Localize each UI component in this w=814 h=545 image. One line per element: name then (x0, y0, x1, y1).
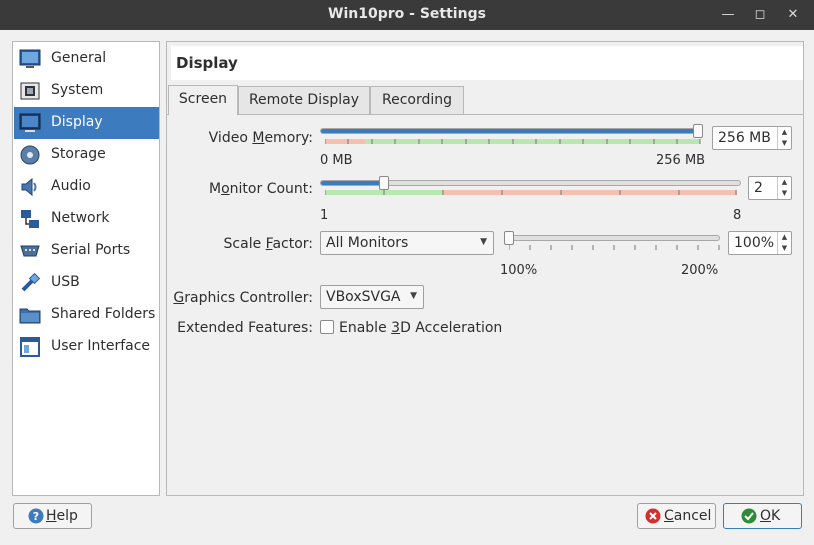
tab-remote-display[interactable]: Remote Display (238, 86, 370, 114)
screen-tab-panel: Video Memory: 0 MB 256 MB 256 MB ▲ ▼ Moni… (167, 114, 803, 495)
scale-monitor-select[interactable]: All Monitors ▼ (320, 231, 494, 255)
usb-icon (21, 272, 41, 292)
scale-factor-slider-track[interactable] (504, 235, 720, 241)
tab-screen[interactable]: Screen (168, 85, 238, 115)
sidebar-item-network[interactable]: Network (14, 203, 159, 235)
video-memory-value: 256 MB (718, 130, 771, 146)
help-icon: ? (28, 508, 44, 524)
window-title: Win10pro - Settings (328, 6, 486, 22)
display-icon (19, 113, 41, 132)
page-title: Display (176, 54, 238, 72)
sidebar-item-label: Storage (51, 146, 106, 162)
network-icon (21, 210, 39, 228)
scale-factor-spinbox[interactable]: 100% ▲ ▼ (728, 231, 792, 255)
enable-3d-acceleration-label[interactable]: Enable 3D Acceleration (339, 320, 502, 336)
video-memory-label: Video Memory: (208, 130, 313, 146)
cancel-button[interactable]: Cancel (637, 503, 716, 529)
serial-ports-icon (20, 245, 40, 257)
monitor-count-spinbox[interactable]: 2 ▲ ▼ (748, 176, 792, 200)
general-icon (19, 49, 41, 68)
extended-features-label: Extended Features: (177, 320, 313, 336)
sidebar-item-label: Serial Ports (51, 242, 131, 258)
monitor-count-slider-fill (321, 181, 385, 185)
sidebar-item-label: Audio (51, 178, 91, 194)
svg-text:?: ? (33, 510, 39, 523)
scale-factor-max-label: 200% (681, 263, 719, 278)
sidebar-item-usb[interactable]: USB (14, 267, 159, 299)
sidebar-item-label: Network (51, 210, 110, 226)
graphics-controller-value: VBoxSVGA (326, 289, 401, 305)
video-memory-slider-fill (321, 129, 699, 133)
sidebar-item-user-interface[interactable]: User Interface (14, 331, 159, 363)
monitor-count-max-label: 8 (733, 208, 742, 223)
sidebar-item-label: User Interface (51, 338, 151, 354)
scale-factor-label: Scale Factor: (223, 236, 313, 252)
enable-3d-acceleration-checkbox[interactable] (320, 320, 334, 334)
video-memory-max-label: 256 MB (656, 153, 706, 168)
system-icon (20, 82, 40, 100)
sidebar-item-serial-ports[interactable]: Serial Ports (14, 235, 159, 267)
sidebar-item-label: USB (51, 274, 80, 290)
sidebar-item-display[interactable]: Display (14, 107, 159, 139)
sidebar-item-label: Display (51, 114, 103, 130)
ok-button-label: OK (760, 508, 781, 524)
tab-recording[interactable]: Recording (370, 86, 464, 114)
spin-arrows-icon[interactable]: ▲ ▼ (777, 127, 791, 149)
settings-panel: Display Screen Remote Display Recording … (166, 41, 804, 496)
shared-folders-icon (19, 308, 41, 324)
monitor-count-slider-handle[interactable] (378, 176, 389, 190)
settings-window: Win10pro - Settings — ◻ ✕ General System… (0, 0, 814, 545)
title-bar: Win10pro - Settings — ◻ ✕ (0, 0, 814, 30)
scale-factor-value: 100% (734, 235, 775, 251)
page-header: Display (171, 46, 803, 80)
settings-sidebar: General System Display Storage Audio Net… (12, 41, 160, 496)
sidebar-item-storage[interactable]: Storage (14, 139, 159, 171)
audio-icon (21, 177, 37, 197)
scale-factor-ticks (509, 245, 720, 250)
cancel-icon (645, 508, 661, 524)
video-memory-slider-track[interactable] (320, 128, 703, 134)
graphics-controller-select[interactable]: VBoxSVGA ▼ (320, 285, 424, 309)
chevron-down-icon: ▼ (480, 237, 487, 247)
help-button[interactable]: ? Help (13, 503, 92, 529)
spin-arrows-icon[interactable]: ▲ ▼ (777, 232, 791, 254)
check-icon (741, 508, 757, 524)
monitor-count-ticks (325, 190, 737, 195)
spin-arrows-icon[interactable]: ▲ ▼ (777, 177, 791, 199)
scale-factor-slider-handle[interactable] (504, 231, 514, 245)
close-icon[interactable]: ✕ (784, 6, 802, 24)
help-button-label: Help (46, 508, 78, 524)
maximize-icon[interactable]: ◻ (751, 6, 769, 24)
sidebar-item-general[interactable]: General (14, 43, 159, 75)
video-memory-spinbox[interactable]: 256 MB ▲ ▼ (712, 126, 792, 150)
minimize-icon[interactable]: — (719, 6, 737, 24)
video-memory-slider-handle[interactable] (693, 124, 703, 138)
chevron-down-icon: ▼ (410, 291, 417, 301)
sidebar-item-label: System (51, 82, 104, 98)
sidebar-item-system[interactable]: System (14, 75, 159, 107)
scale-monitor-value: All Monitors (326, 235, 409, 251)
cancel-button-label: Cancel (664, 508, 712, 524)
storage-icon (20, 145, 40, 165)
sidebar-item-shared-folders[interactable]: Shared Folders (14, 299, 159, 331)
graphics-controller-label: Graphics Controller: (173, 290, 313, 306)
ok-button[interactable]: OK (723, 503, 802, 529)
monitor-count-label: Monitor Count: (209, 181, 313, 197)
user-interface-icon (20, 337, 40, 357)
sidebar-item-label: Shared Folders (51, 306, 156, 322)
video-memory-min-label: 0 MB (320, 153, 353, 168)
sidebar-item-label: General (51, 50, 107, 66)
video-memory-ticks (325, 139, 701, 144)
scale-factor-min-label: 100% (500, 263, 538, 278)
monitor-count-min-label: 1 (320, 208, 329, 223)
monitor-count-value: 2 (754, 180, 763, 196)
sidebar-item-audio[interactable]: Audio (14, 171, 159, 203)
